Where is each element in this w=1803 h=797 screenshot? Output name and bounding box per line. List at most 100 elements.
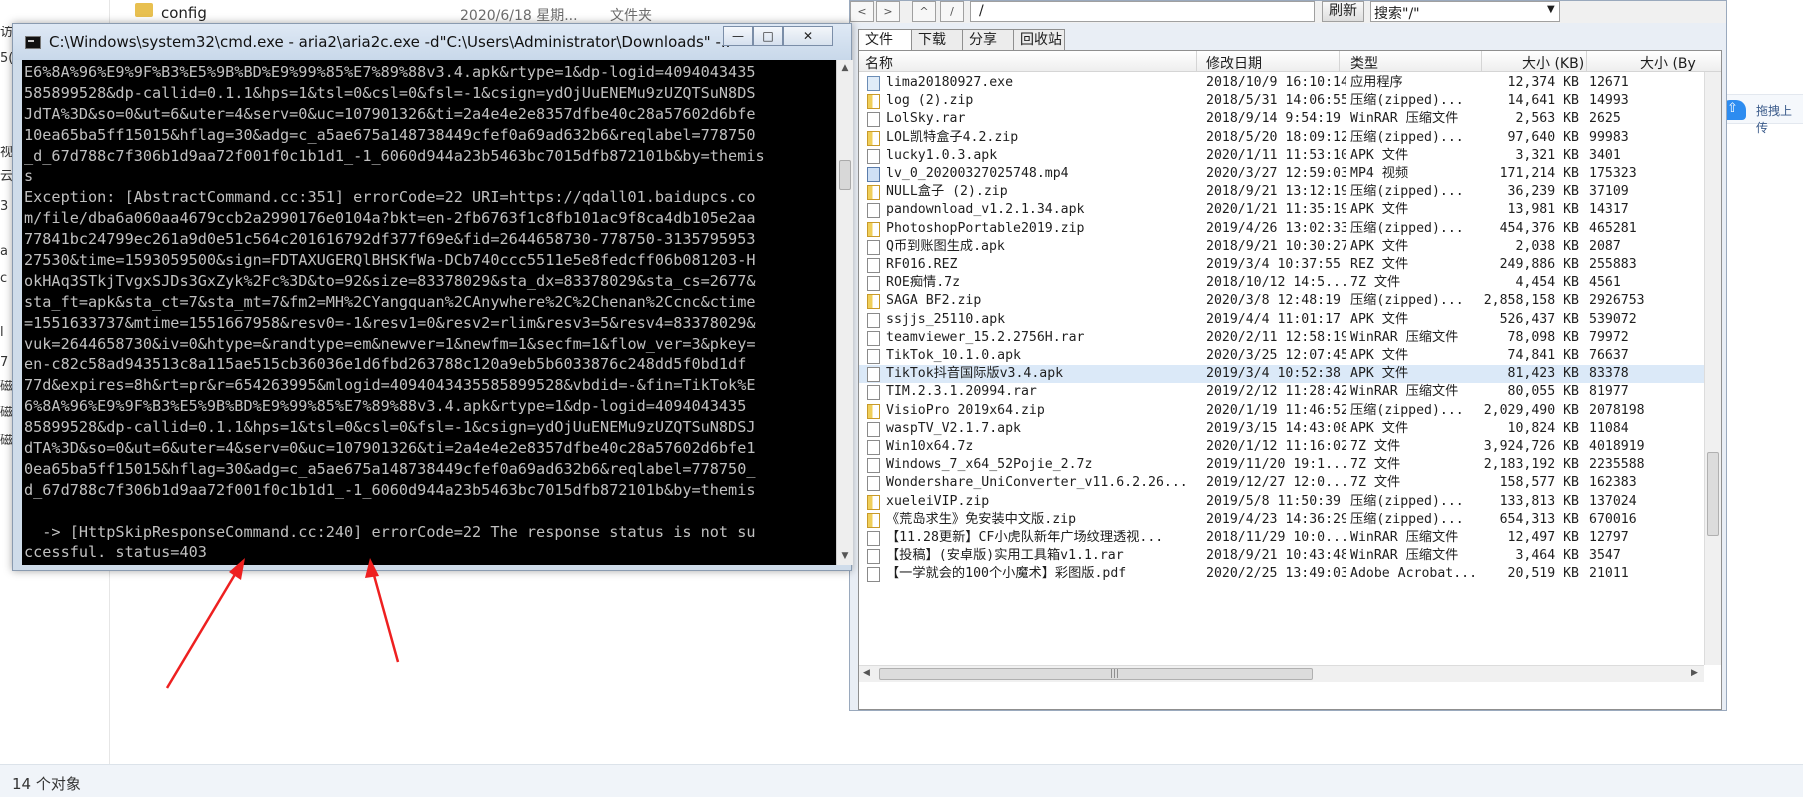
file-row[interactable]: xueleiVIP.zip 2019/5/8 11:50:39 压缩(zipped)…	[859, 493, 1704, 511]
nav-item-fragment[interactable]: 磁	[0, 434, 12, 448]
column-divider[interactable]	[1481, 51, 1482, 72]
nav-item-fragment[interactable]: 磁	[0, 380, 12, 394]
file-size-bytes: 11084	[1589, 420, 1629, 436]
file-date: 2019/4/26 13:02:33	[1206, 220, 1346, 236]
scroll-up-icon[interactable]: ▲	[837, 60, 853, 76]
file-row[interactable]: TIM.2.3.1.20994.rar 2019/2/12 11:28:42 Win…	[859, 383, 1704, 401]
file-size-kb: 526,437 KB	[1499, 311, 1579, 327]
file-row[interactable]: pandownload_v1.2.1.34.apk 2020/1/21 11:35…	[859, 201, 1704, 219]
file-date: 2019/4/23 14:36:29	[1206, 511, 1346, 527]
file-row[interactable]: LOL凯特盒子4.2.zip 2018/5/20 18:09:12 压缩(zippe…	[859, 129, 1704, 147]
file-row[interactable]: LolSky.rar 2018/9/14 9:54:19 WinRAR 压缩文件 2,…	[859, 110, 1704, 128]
close-button[interactable]: ✕	[783, 26, 833, 46]
file-row[interactable]: Win10x64.7z 2020/1/12 11:16:02 7Z 文件 3,924,…	[859, 438, 1704, 456]
nav-item-fragment[interactable]: 视	[0, 146, 12, 160]
file-row[interactable]: 【一学就会的100个小魔术】彩图版.pdf 2020/2/25 13:49:03 A…	[859, 565, 1704, 583]
file-row[interactable]: TikTok_10.1.0.apk 2020/3/25 12:07:45 APK 文…	[859, 347, 1704, 365]
nav-item-fragment[interactable]: 访	[0, 26, 12, 40]
file-row[interactable]: teamviewer_15.2.2756H.rar 2020/2/11 12:58…	[859, 329, 1704, 347]
nav-item-fragment[interactable]: l	[0, 326, 12, 340]
scrollbar-thumb[interactable]: |||	[879, 668, 1313, 680]
nav-item-fragment[interactable]: c	[0, 272, 12, 286]
forward-button[interactable]: >	[876, 1, 900, 22]
file-row[interactable]: NULL盒子 (2).zip 2018/9/21 13:12:19 压缩(zippe…	[859, 183, 1704, 201]
column-name[interactable]: 名称	[865, 53, 893, 73]
nav-item-fragment[interactable]: 7	[0, 356, 12, 370]
path-input[interactable]: / ▼	[970, 1, 1437, 22]
tab-files[interactable]: 文件	[858, 29, 912, 52]
root-button[interactable]: /	[940, 1, 964, 22]
file-row[interactable]: PhotoshopPortable2019.zip 2019/4/26 13:02…	[859, 220, 1704, 238]
file-name: ssjjs_25110.apk	[886, 311, 1006, 327]
column-size-kb[interactable]: 大小 (KB)	[1522, 53, 1584, 73]
tab-recycle-bin[interactable]: 回收站	[1013, 29, 1065, 51]
progress-eta: 7s	[436, 564, 454, 565]
console-line: ccessful. status=403	[24, 543, 207, 562]
search-input[interactable]: 搜索"/" ▼	[1370, 1, 1560, 22]
scroll-down-icon[interactable]: ▼	[837, 548, 853, 564]
file-name: ROE痴情.7z	[886, 275, 961, 291]
back-button[interactable]: <	[850, 1, 874, 22]
column-divider[interactable]	[1196, 51, 1197, 72]
file-name: log (2).zip	[886, 93, 974, 109]
scrollbar-thumb[interactable]	[1707, 452, 1719, 536]
horizontal-scrollbar[interactable]: ◀ ||| ▶	[859, 665, 1704, 682]
nav-item-fragment[interactable]: 5(	[0, 52, 12, 66]
chevron-down-icon[interactable]: ▼	[1547, 4, 1555, 15]
column-size-bytes[interactable]: 大小 (By	[1640, 53, 1696, 73]
file-date: 2020/1/19 11:46:52	[1206, 402, 1346, 418]
file-date: 2020/1/21 11:35:19	[1206, 202, 1346, 218]
file-row[interactable]: lima20180927.exe 2018/10/9 16:10:14 应用程序 12…	[859, 74, 1704, 92]
file-list-panel: 名称 修改日期 类型 大小 (KB) 大小 (By lima20180927.e…	[858, 50, 1722, 710]
file-row[interactable]: 【11.28更新】CF小虎队新年广场纹理透视... 2018/11/29 10:0…	[859, 529, 1704, 547]
tab-downloads[interactable]: 下载	[911, 29, 963, 51]
nav-item-fragment[interactable]: 云	[0, 170, 12, 184]
console-scrollbar[interactable]: ▲ ▼	[836, 60, 853, 565]
file-date: 2020/1/12 11:16:02	[1206, 439, 1346, 454]
scroll-right-icon[interactable]: ▶	[1691, 668, 1698, 678]
file-row[interactable]: 《荒岛求生》免安装中文版.zip 2019/4/23 14:36:29 压缩(zip…	[859, 511, 1704, 529]
file-row[interactable]: Wondershare_UniConverter_v11.6.2.26... 20…	[859, 474, 1704, 492]
console-output[interactable]: E6%8A%96%E9%9F%B3%E5%9B%BD%E9%99%85%E7%8…	[22, 60, 836, 565]
tab-share[interactable]: 分享	[962, 29, 1014, 51]
file-row[interactable]: lucky1.0.3.apk 2020/1/11 11:53:10 APK 文件 3,…	[859, 147, 1704, 165]
column-divider[interactable]	[1586, 51, 1587, 72]
file-row[interactable]: lv_0_20200327025748.mp4 2020/3/27 12:59:0…	[859, 165, 1704, 183]
file-date: 2018/9/21 10:43:48	[1206, 548, 1346, 564]
column-date[interactable]: 修改日期	[1206, 53, 1262, 73]
progress-gid: #a6f494 61MiB/79MiB	[33, 564, 207, 565]
file-row[interactable]: Windows_7_x64_52Pojie_2.7z 2019/11/20 19:…	[859, 456, 1704, 474]
maximize-button[interactable]: □	[753, 26, 783, 46]
file-row[interactable]: waspTV_V2.1.7.apk 2019/3/15 14:43:08 APK 文…	[859, 420, 1704, 438]
file-name: VisioPro 2019x64.zip	[886, 402, 1045, 418]
file-row[interactable]: SAGA BF2.zip 2020/3/8 12:48:19 压缩(zipped).…	[859, 292, 1704, 310]
file-row[interactable]: RF016.REZ 2019/3/4 10:37:55 REZ 文件 249,886 …	[859, 256, 1704, 274]
vertical-scrollbar[interactable]	[1704, 72, 1721, 665]
column-divider[interactable]	[1339, 51, 1340, 72]
nav-item-fragment[interactable]: 磁	[0, 406, 12, 420]
scroll-left-icon[interactable]: ◀	[863, 668, 870, 678]
file-row[interactable]: Q币到账图生成.apk 2018/9/21 10:30:27 APK 文件 2,038…	[859, 238, 1704, 256]
file-row[interactable]: ssjjs_25110.apk 2019/4/4 11:01:17 APK 文件 52…	[859, 311, 1704, 329]
file-row[interactable]: 【投稿】(安卓版)实用工具箱v1.1.rar 2018/9/21 10:43:48…	[859, 547, 1704, 565]
zip-file-icon	[867, 403, 880, 419]
file-row[interactable]: VisioPro 2019x64.zip 2020/1/19 11:46:52 压缩…	[859, 402, 1704, 420]
cloud-upload-widget[interactable]: 拖拽上传	[1715, 94, 1803, 135]
cmd-titlebar[interactable]: C:\Windows\system32\cmd.exe - aria2\aria…	[13, 24, 851, 60]
console-lines: E6%8A%96%E9%9F%B3%E5%9B%BD%E9%99%85%E7%8…	[24, 62, 824, 565]
scrollbar-thumb[interactable]	[839, 160, 851, 190]
minimize-button[interactable]: —	[723, 26, 753, 46]
file-name: SAGA BF2.zip	[886, 293, 982, 309]
up-button[interactable]: ^	[912, 1, 936, 22]
nav-item-fragment[interactable]: a	[0, 245, 12, 259]
file-row[interactable]: log (2).zip 2018/5/31 14:06:55 压缩(zipped).…	[859, 92, 1704, 110]
column-type[interactable]: 类型	[1350, 53, 1378, 73]
file-size-bytes: 2087	[1589, 238, 1621, 254]
file-size-bytes: 3547	[1589, 548, 1621, 564]
file-row[interactable]: ROE痴情.7z 2018/10/12 14:5... 7Z 文件 4,454 KB 4…	[859, 274, 1704, 292]
console-line: E6%8A%96%E9%9F%B3%E5%9B%BD%E9%99%85%E7%8…	[24, 63, 756, 81]
nav-item-fragment[interactable]: 3	[0, 200, 12, 214]
refresh-button[interactable]: 刷新	[1322, 1, 1364, 22]
file-row[interactable]: TikTok抖音国际版v3.4.apk 2019/3/4 10:52:38 APK …	[859, 365, 1704, 384]
cloud-upload-label: 拖拽上传	[1756, 104, 1793, 135]
